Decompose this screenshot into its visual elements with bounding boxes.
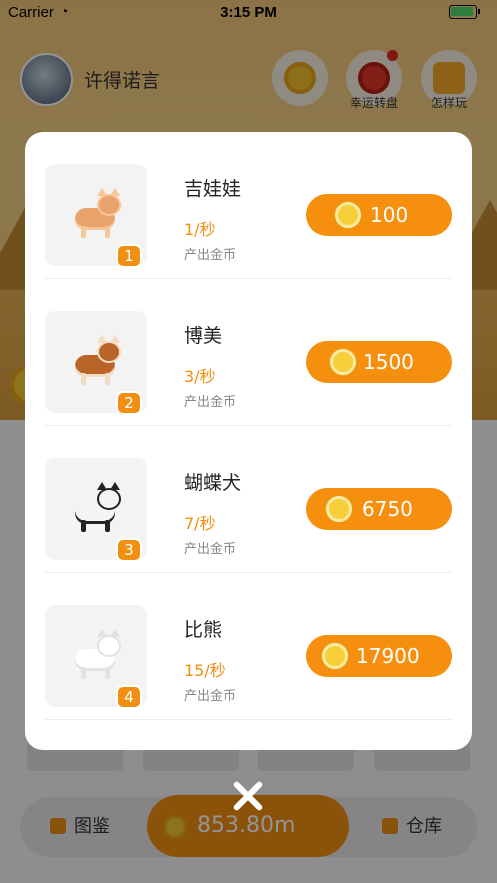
- shop-item-row: 3 蝴蝶犬 7/秒 产出金币 6750: [45, 426, 452, 573]
- coin-rate: 15/秒: [184, 661, 226, 680]
- coin-rate: 3/秒: [184, 367, 216, 386]
- dog-icon: [69, 629, 123, 681]
- coin-rate: 7/秒: [184, 514, 216, 533]
- level-badge: 2: [116, 391, 142, 415]
- close-button[interactable]: [231, 779, 265, 813]
- dog-name: 博美: [184, 325, 223, 347]
- dog-shop-modal: 1 吉娃娃 1/秒 产出金币 100 2 博美 3/秒 产出金币 1500 3 …: [25, 132, 472, 750]
- buy-button[interactable]: 6750: [306, 488, 452, 530]
- coin-icon: [326, 496, 352, 522]
- rate-description: 产出金币: [184, 248, 237, 263]
- level-badge: 4: [116, 685, 142, 709]
- rate-description: 产出金币: [184, 542, 237, 557]
- buy-button[interactable]: 1500: [306, 341, 452, 383]
- price-label: 1500: [363, 350, 414, 374]
- dog-thumbnail: 4: [45, 605, 147, 709]
- level-badge: 3: [116, 538, 142, 562]
- dog-icon: [69, 335, 123, 387]
- dog-name: 比熊: [184, 619, 223, 641]
- dog-thumbnail: 3: [45, 458, 147, 562]
- price-label: 100: [370, 203, 409, 227]
- shop-item-row: 2 博美 3/秒 产出金币 1500: [45, 279, 452, 426]
- buy-button[interactable]: 100: [306, 194, 452, 236]
- dog-icon: [69, 188, 123, 240]
- shop-item-row: 1 吉娃娃 1/秒 产出金币 100: [45, 132, 452, 279]
- buy-button[interactable]: 17900: [306, 635, 452, 677]
- rate-description: 产出金币: [184, 395, 237, 410]
- dog-icon: [69, 482, 123, 534]
- dog-thumbnail: 2: [45, 311, 147, 415]
- coin-rate: 1/秒: [184, 220, 216, 239]
- rate-description: 产出金币: [184, 689, 237, 704]
- dog-name: 吉娃娃: [184, 178, 242, 200]
- coin-icon: [322, 643, 348, 669]
- price-label: 6750: [362, 497, 413, 521]
- dog-thumbnail: 1: [45, 164, 147, 268]
- coin-icon: [335, 202, 361, 228]
- level-badge: 1: [116, 244, 142, 268]
- price-label: 17900: [356, 644, 420, 668]
- shop-item-row: 4 比熊 15/秒 产出金币 17900: [45, 573, 452, 720]
- coin-icon: [330, 349, 356, 375]
- dog-name: 蝴蝶犬: [184, 472, 242, 494]
